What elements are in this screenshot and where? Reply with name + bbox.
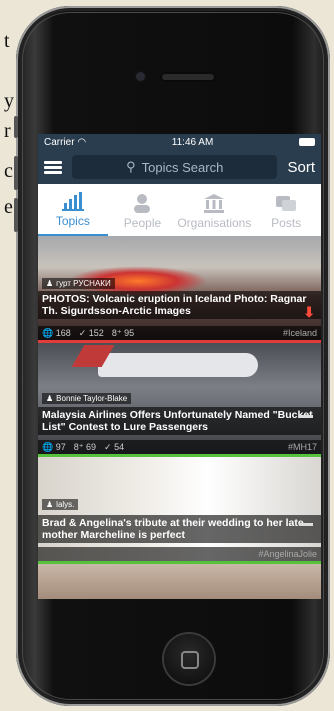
hashtag[interactable]: #AngelinaJolie	[258, 549, 317, 559]
menu-icon[interactable]	[44, 160, 62, 174]
plus-count: 8⁺ 69	[73, 441, 97, 452]
tab-label: Topics	[55, 214, 90, 228]
person-icon	[134, 194, 151, 213]
author-badge: ♟ lalys.	[42, 499, 79, 510]
margin-char: y	[4, 90, 14, 112]
bar-chart-icon	[61, 192, 84, 211]
home-square-icon	[181, 651, 199, 669]
author-name: гурт РУСНАКИ	[56, 279, 111, 288]
shares-count: 🌐 97	[42, 441, 66, 452]
plus-count: 8⁺ 95	[111, 327, 135, 338]
search-icon: ⚲	[126, 159, 136, 174]
front-camera	[136, 72, 145, 81]
post-title: PHOTOS: Volcanic eruption in Iceland Pho…	[38, 291, 321, 319]
sort-button[interactable]: Sort	[287, 159, 315, 176]
mute-switch	[14, 116, 18, 138]
post-title: Malaysia Airlines Offers Unfortunately N…	[38, 407, 321, 435]
app-screen: Carrier ◠ 11:46 AM ⚲ Topics Search Sort …	[38, 134, 321, 599]
topic-card[interactable]: ♟ Bonnie Taylor-Blake Malaysia Airlines …	[38, 343, 321, 457]
hashtag[interactable]: #MH17	[288, 442, 317, 452]
volume-up-button	[14, 156, 18, 190]
status-time: 11:46 AM	[171, 136, 214, 148]
person-icon: ♟	[46, 500, 54, 509]
tab-bar: Topics People Organisations Posts	[38, 184, 321, 236]
search-input[interactable]: ⚲ Topics Search	[72, 155, 278, 179]
margin-char: c	[4, 160, 13, 182]
post-stats: 🌐 97 8⁺ 69 ✓ 54 #MH17	[38, 440, 321, 454]
volume-down-button	[14, 198, 18, 232]
margin-char: t	[4, 30, 10, 52]
person-icon: ♟	[46, 394, 54, 403]
tab-topics[interactable]: Topics	[38, 184, 108, 236]
tweets-count: ✓ 54	[104, 441, 125, 452]
person-icon: ♟	[46, 279, 54, 288]
margin-char: e	[4, 196, 13, 218]
tab-posts[interactable]: Posts	[251, 184, 321, 236]
topic-card[interactable]	[38, 564, 321, 599]
home-button[interactable]	[164, 634, 214, 684]
search-placeholder: Topics Search	[141, 159, 224, 175]
portrait-photo	[38, 564, 321, 599]
tab-label: Posts	[271, 216, 302, 230]
earpiece-speaker	[162, 74, 214, 80]
posts-icon	[276, 196, 297, 211]
topic-card[interactable]: ♟ lalys. Brad & Angelina's tribute at th…	[38, 457, 321, 564]
author-name: Bonnie Taylor-Blake	[56, 394, 128, 403]
tab-people[interactable]: People	[108, 184, 178, 236]
tweets-count: ✓ 152	[78, 327, 104, 338]
building-icon	[204, 194, 225, 213]
topic-card[interactable]: ♟ гурт РУСНАКИ PHOTOS: Volcanic eruption…	[38, 236, 321, 343]
margin-char: r	[4, 120, 11, 142]
post-title: Brad & Angelina's tribute at their weddi…	[38, 515, 321, 543]
carrier-label: Carrier ◠	[44, 136, 87, 148]
author-name: lalys.	[56, 500, 75, 509]
tab-label: Organisations	[177, 216, 252, 230]
author-badge: ♟ Bonnie Taylor-Blake	[42, 393, 132, 404]
shares-count: 🌐 168	[42, 327, 71, 338]
post-stats: 🌐 168 ✓ 152 8⁺ 95 #Iceland	[38, 326, 321, 340]
hashtag[interactable]: #Iceland	[283, 328, 317, 338]
tab-label: People	[123, 216, 162, 230]
nav-bar: ⚲ Topics Search Sort	[38, 150, 321, 184]
status-bar: Carrier ◠ 11:46 AM	[38, 134, 321, 150]
wifi-icon: ◠	[77, 136, 87, 148]
dash-icon	[299, 523, 313, 526]
battery-icon	[299, 138, 315, 146]
author-badge: ♟ гурт РУСНАКИ	[42, 278, 115, 289]
tab-organisations[interactable]: Organisations	[177, 184, 251, 236]
airplane-shape	[98, 353, 258, 377]
dash-icon	[299, 415, 313, 418]
arrow-down-icon[interactable]: ⬇	[303, 304, 315, 321]
post-stats: #AngelinaJolie	[38, 547, 321, 561]
wedding-photo	[38, 457, 321, 561]
